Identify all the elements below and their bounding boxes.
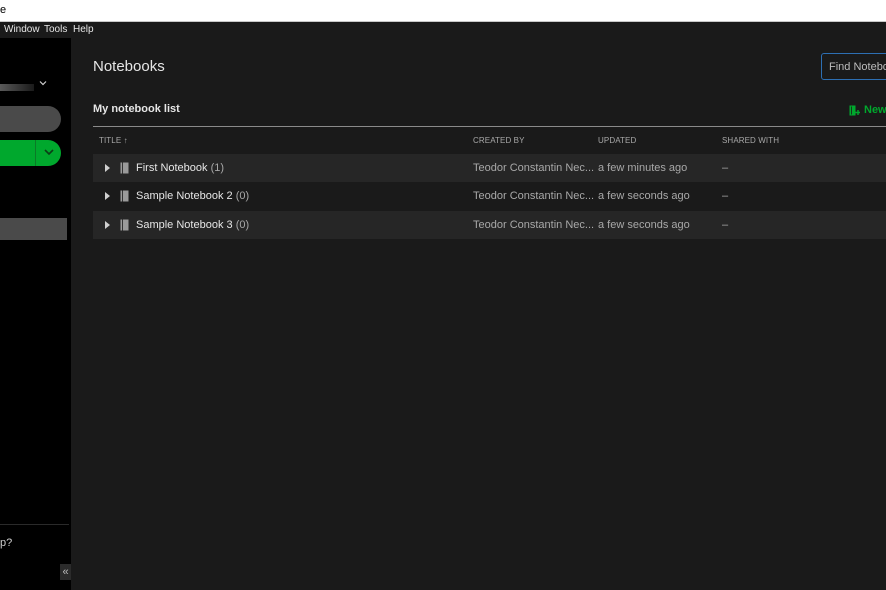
column-title-label: TITLE [99, 136, 122, 145]
notebook-name[interactable]: First Notebook (1) [136, 162, 224, 174]
notebook-note-count: (0) [235, 219, 250, 231]
sort-arrow-icon: ↑ [123, 136, 128, 145]
notebook-icon [120, 190, 129, 202]
new-notebook-icon [849, 105, 860, 116]
new-note-button[interactable] [0, 140, 61, 166]
expand-caret-icon[interactable] [105, 164, 110, 172]
notebook-icon [120, 162, 129, 174]
notebook-icon [120, 219, 129, 231]
notebook-note-count: (1) [210, 162, 225, 174]
notebook-title: First Notebook [136, 162, 208, 174]
notebook-name[interactable]: Sample Notebook 3 (0) [136, 219, 249, 231]
menu-window[interactable]: Window [4, 24, 40, 35]
column-header-created-by[interactable]: CREATED BY [473, 136, 525, 145]
column-header-updated[interactable]: UPDATED [598, 136, 636, 145]
find-notebooks-placeholder: Find Notebooks [829, 61, 886, 73]
new-button-divider [35, 140, 36, 166]
list-header-rule [93, 126, 886, 127]
main-panel: Notebooks Find Notebooks My notebook lis… [71, 38, 886, 590]
window-title: e [0, 4, 7, 16]
sidebar-divider [0, 524, 69, 525]
notebook-title: Sample Notebook 3 [136, 219, 233, 231]
table-row[interactable]: First Notebook (1) Teodor Constantin Nec… [93, 154, 886, 182]
notebook-updated: a few seconds ago [598, 190, 690, 202]
notebook-shared-with: – [722, 219, 729, 231]
table-row[interactable]: Sample Notebook 2 (0) Teodor Constantin … [93, 182, 886, 210]
notebook-name[interactable]: Sample Notebook 2 (0) [136, 190, 249, 202]
account-name[interactable] [0, 84, 34, 91]
menu-tools[interactable]: Tools [44, 24, 67, 35]
page-title: Notebooks [93, 58, 165, 75]
collapse-sidebar-icon[interactable]: « [60, 564, 71, 580]
notebook-title: Sample Notebook 2 [136, 190, 233, 202]
menu-help[interactable]: Help [73, 24, 94, 35]
list-title: My notebook list [93, 103, 180, 115]
sidebar-help-text[interactable]: p? [0, 537, 12, 549]
notebook-created-by: Teodor Constantin Nec... [473, 190, 595, 202]
sidebar-search[interactable] [0, 106, 61, 132]
chevron-down-icon[interactable] [42, 145, 56, 159]
find-notebooks-input[interactable]: Find Notebooks [821, 53, 886, 80]
column-header-shared-with[interactable]: SHARED WITH [722, 136, 779, 145]
menu-bar: Window Tools Help [0, 22, 886, 38]
notebook-shared-with: – [722, 162, 729, 174]
new-notebook-label: New [864, 104, 886, 116]
sidebar-item-notebooks[interactable] [0, 218, 67, 240]
table-row[interactable]: Sample Notebook 3 (0) Teodor Constantin … [93, 211, 886, 239]
notebook-updated: a few seconds ago [598, 219, 690, 231]
chevron-down-icon[interactable] [39, 79, 47, 87]
notebook-shared-with: – [722, 190, 729, 202]
notebook-note-count: (0) [235, 190, 250, 202]
column-header-title[interactable]: TITLE ↑ [99, 136, 128, 145]
expand-caret-icon[interactable] [105, 192, 110, 200]
window-titlebar: e [0, 0, 886, 22]
sidebar: p? « [0, 38, 71, 590]
expand-caret-icon[interactable] [105, 221, 110, 229]
notebook-created-by: Teodor Constantin Nec... [473, 219, 595, 231]
notebook-updated: a few minutes ago [598, 162, 688, 174]
notebook-created-by: Teodor Constantin Nec... [473, 162, 595, 174]
